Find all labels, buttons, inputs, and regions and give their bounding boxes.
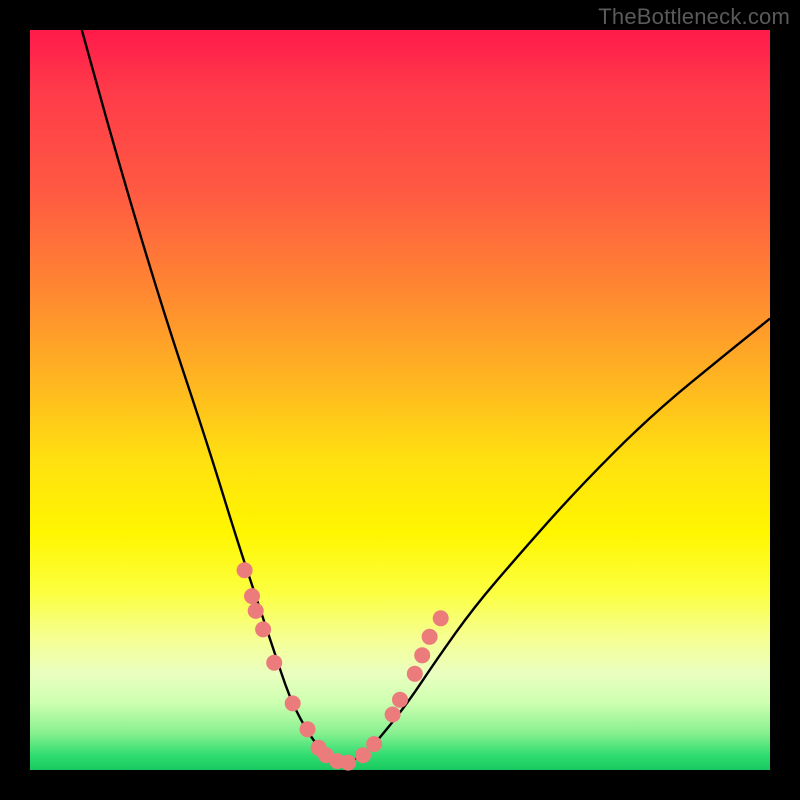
dots-layer: [237, 562, 449, 770]
highlight-dot: [300, 721, 316, 737]
highlight-dot: [237, 562, 253, 578]
chart-frame: TheBottleneck.com: [0, 0, 800, 800]
highlight-dot: [433, 610, 449, 626]
highlight-dot: [366, 736, 382, 752]
highlight-dot: [385, 707, 401, 723]
highlight-dot: [340, 755, 356, 771]
chart-svg: [30, 30, 770, 770]
plot-area: [30, 30, 770, 770]
highlight-dot: [407, 666, 423, 682]
highlight-dot: [392, 692, 408, 708]
highlight-dot: [414, 647, 430, 663]
highlight-dot: [266, 655, 282, 671]
highlight-dot: [255, 621, 271, 637]
highlight-dot: [244, 588, 260, 604]
watermark-text: TheBottleneck.com: [598, 4, 790, 30]
highlight-dot: [285, 695, 301, 711]
highlight-dot: [422, 629, 438, 645]
highlight-dot: [248, 603, 264, 619]
